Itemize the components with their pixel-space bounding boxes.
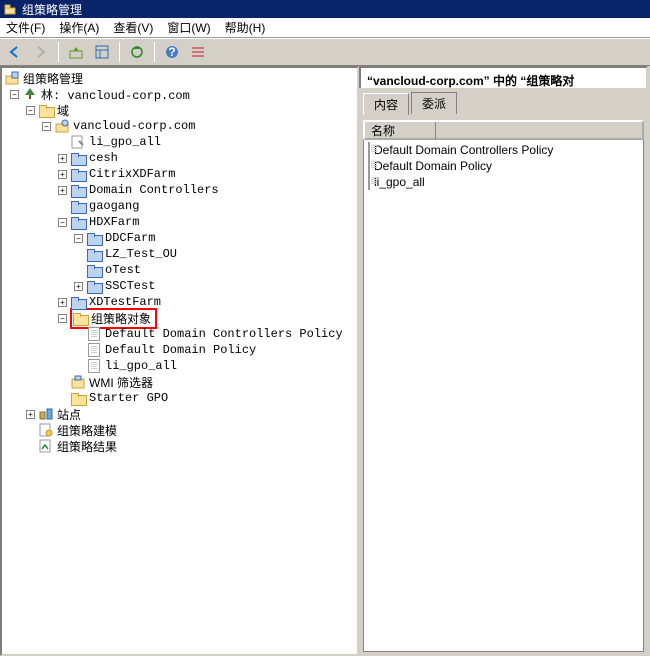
tree-domains[interactable]: − 域 [4, 102, 355, 118]
ou-icon [70, 182, 86, 198]
forest-icon [22, 86, 38, 102]
menu-view[interactable]: 查看(V) [113, 19, 153, 36]
list-header[interactable]: 名称 [363, 120, 644, 140]
ou-icon [86, 262, 102, 278]
tree-modeling[interactable]: 组策略建模 [4, 422, 355, 438]
tree-citrix[interactable]: + CitrixXDFarm [4, 166, 355, 182]
gpo-icon [86, 342, 102, 358]
ou-icon [70, 166, 86, 182]
svg-text:?: ? [168, 45, 175, 59]
ou-icon [86, 246, 102, 262]
separator [119, 42, 120, 62]
gpm-icon [4, 70, 20, 86]
expand-icon[interactable]: + [74, 282, 83, 291]
expand-icon[interactable]: + [58, 298, 67, 307]
collapse-icon[interactable]: − [10, 90, 19, 99]
collapse-icon[interactable]: − [58, 314, 67, 323]
tree-domain[interactable]: − vancloud-corp.com [4, 118, 355, 134]
tree-root[interactable]: 组策略管理 [4, 70, 355, 86]
tree-hdx[interactable]: − HDXFarm [4, 214, 355, 230]
ou-icon [70, 198, 86, 214]
folder-icon [70, 390, 86, 406]
tree-ddp[interactable]: Default Domain Policy [4, 342, 355, 358]
properties-button[interactable] [91, 41, 113, 63]
window-titlebar: 组策略管理 [0, 0, 650, 18]
tree-wmi[interactable]: WMI 筛选器 [4, 374, 355, 390]
gpo-icon [368, 175, 370, 189]
help-button[interactable]: ? [161, 41, 183, 63]
menu-window[interactable]: 窗口(W) [167, 19, 210, 36]
gpo-icon [86, 358, 102, 374]
tab-content[interactable]: 内容 [363, 93, 409, 115]
results-icon [38, 438, 54, 454]
tree-results[interactable]: 组策略结果 [4, 438, 355, 454]
list-item[interactable]: li_gpo_all [366, 174, 641, 190]
toolbar: ? [0, 38, 650, 66]
expand-icon[interactable]: + [58, 170, 67, 179]
tree-ddc[interactable]: − DDCFarm [4, 230, 355, 246]
ou-icon [70, 150, 86, 166]
tree-starter[interactable]: Starter GPO [4, 390, 355, 406]
tree-sites[interactable]: + 站点 [4, 406, 355, 422]
ou-icon [70, 294, 86, 310]
list-button[interactable] [187, 41, 209, 63]
expand-icon[interactable]: + [58, 154, 67, 163]
tree-lz[interactable]: LZ_Test_OU [4, 246, 355, 262]
menu-bar: 文件(F) 操作(A) 查看(V) 窗口(W) 帮助(H) [0, 18, 650, 38]
refresh-button[interactable] [126, 41, 148, 63]
col-name[interactable]: 名称 [371, 122, 436, 139]
menu-help[interactable]: 帮助(H) [225, 19, 266, 36]
ou-icon [86, 230, 102, 246]
collapse-icon[interactable]: − [42, 122, 51, 131]
gpo-icon [86, 326, 102, 342]
domain-icon [54, 118, 70, 134]
tree-forest[interactable]: − 林: vancloud-corp.com [4, 86, 355, 102]
wmi-icon [70, 374, 86, 390]
expand-icon[interactable]: + [58, 186, 67, 195]
list-body[interactable]: Default Domain Controllers Policy Defaul… [363, 140, 644, 652]
detail-pane: “vancloud-corp.com” 中的 “组策略对 内容 委派 名称 De… [359, 66, 650, 656]
menu-file[interactable]: 文件(F) [6, 19, 45, 36]
sites-icon [38, 406, 54, 422]
tree-otest[interactable]: oTest [4, 262, 355, 278]
tree-li-gpo[interactable]: li_gpo_all [4, 134, 355, 150]
app-icon [4, 2, 18, 16]
detail-title: “vancloud-corp.com” 中的 “组策略对 [359, 66, 648, 88]
tree-xdtest[interactable]: + XDTestFarm [4, 294, 355, 310]
main-body: 组策略管理 − 林: vancloud-corp.com − 域 − vancl… [0, 66, 650, 656]
collapse-icon[interactable]: − [26, 106, 35, 115]
collapse-icon[interactable]: − [74, 234, 83, 243]
back-button[interactable] [4, 41, 26, 63]
gpo-icon [368, 159, 370, 173]
tree-dc[interactable]: + Domain Controllers [4, 182, 355, 198]
tree-gpobj[interactable]: − 组策略对象 [4, 310, 355, 326]
tree-gaogang[interactable]: gaogang [4, 198, 355, 214]
tab-delegate[interactable]: 委派 [411, 92, 457, 114]
tree-cesh[interactable]: + cesh [4, 150, 355, 166]
tree-ssc[interactable]: + SSCTest [4, 278, 355, 294]
up-button[interactable] [65, 41, 87, 63]
forward-button[interactable] [30, 41, 52, 63]
highlighted-selection: 组策略对象 [70, 308, 157, 329]
tab-strip: 内容 委派 [359, 88, 648, 114]
gpo-link-icon [70, 134, 86, 150]
menu-action[interactable]: 操作(A) [59, 19, 99, 36]
separator [58, 42, 59, 62]
collapse-icon[interactable]: − [58, 218, 67, 227]
folder-icon [38, 102, 54, 118]
ou-icon [86, 278, 102, 294]
gpo-icon [368, 143, 370, 157]
list-item[interactable]: Default Domain Policy [366, 158, 641, 174]
separator [154, 42, 155, 62]
list-item[interactable]: Default Domain Controllers Policy [366, 142, 641, 158]
tree-lga[interactable]: li_gpo_all [4, 358, 355, 374]
expand-icon[interactable]: + [26, 410, 35, 419]
window-title: 组策略管理 [22, 1, 82, 18]
tree-ddcp[interactable]: Default Domain Controllers Policy [4, 326, 355, 342]
gpo-folder-icon [72, 310, 88, 326]
modeling-icon [38, 422, 54, 438]
ou-icon [70, 214, 86, 230]
tree-pane[interactable]: 组策略管理 − 林: vancloud-corp.com − 域 − vancl… [0, 66, 359, 656]
